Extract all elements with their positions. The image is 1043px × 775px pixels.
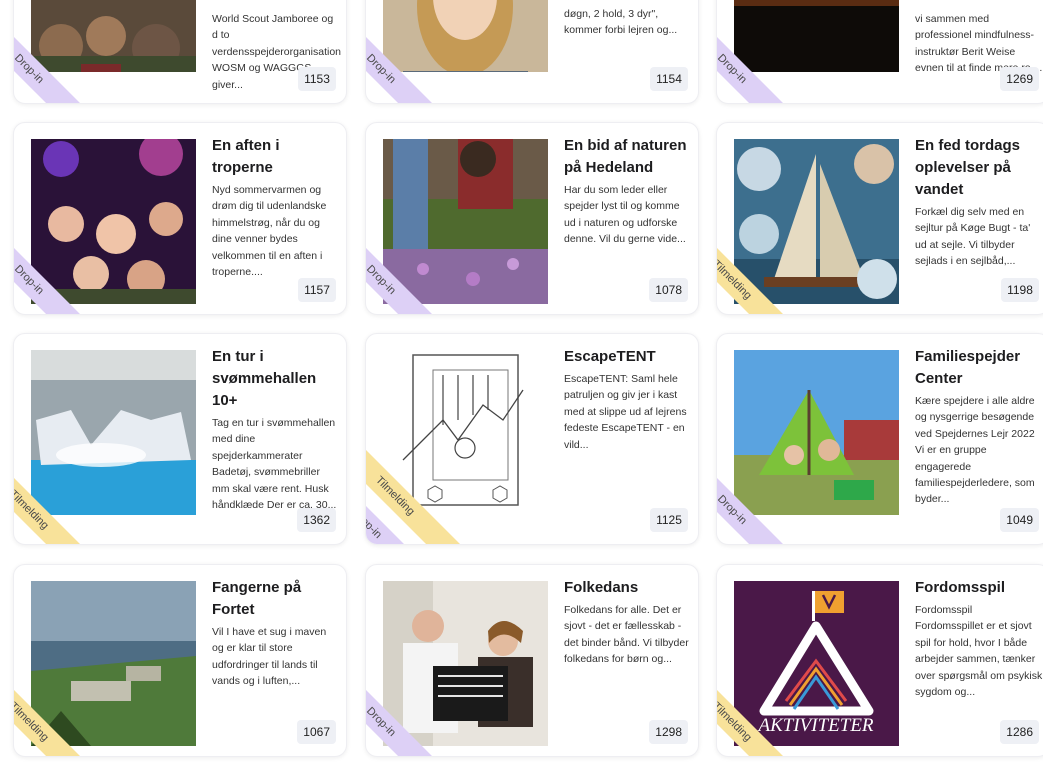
activity-description: Kære spejdere i alle aldre og nysgerrige… — [915, 395, 1035, 506]
activity-title: Fordomsspil — [915, 579, 1006, 596]
activity-info: Fordomsspil Fordomsspil Fordomsspillet e… — [915, 577, 1043, 700]
activity-image — [31, 139, 196, 304]
activity-image: AKTIVITETER — [734, 581, 899, 746]
activity-id-badge: 1125 — [650, 508, 688, 532]
activity-card[interactable]: AKTIVITETER Fordomsspil Fordomsspil Ford… — [716, 564, 1043, 757]
activity-title: EscapeTENT — [564, 348, 656, 365]
activity-description: Folkedans for alle. Det er sjovt - det e… — [564, 604, 689, 666]
activity-card[interactable]: En fed tordags oplevelser på vandet Fork… — [716, 122, 1043, 315]
activity-description: EscapeTENT: Saml hele patruljen og giv j… — [564, 373, 687, 451]
activity-image — [31, 350, 196, 515]
activity-id-badge: 1298 — [649, 720, 688, 744]
activity-title: En tur i svømmehallen 10+ — [212, 348, 317, 409]
activity-description: Vil I have et sug i maven og er klar til… — [212, 626, 327, 688]
activity-id-badge: 1362 — [297, 508, 336, 532]
activity-info: Familiespejder Center Kære spejdere i al… — [915, 346, 1043, 508]
activity-image — [734, 139, 899, 304]
activity-image — [31, 0, 196, 72]
activity-title: En aften i troperne — [212, 137, 280, 176]
activity-info: En tur i svømmehallen 10+ Tag en tur i s… — [212, 346, 340, 513]
activity-description: Fordomsspil Fordomsspillet er et sjovt s… — [915, 604, 1043, 699]
activity-image — [383, 350, 548, 515]
activity-id-badge: 1153 — [298, 67, 336, 91]
activity-info: Folkedans Folkedans for alle. Det er sjo… — [564, 577, 692, 668]
activity-description: Forkæl dig selv med en sejltur på Køge B… — [915, 206, 1031, 268]
activity-image — [734, 0, 899, 72]
activity-title: Fangerne på Fortet — [212, 579, 302, 618]
activity-title: Folkedans — [564, 579, 639, 596]
activity-card[interactable]: vi sammen med professionel mindfulness-i… — [716, 0, 1043, 104]
activity-info: døgn, 2 hold, 3 dyr", kommer forbi lejre… — [564, 3, 692, 39]
activity-card[interactable]: En tur i svømmehallen 10+ Tag en tur i s… — [13, 333, 347, 545]
activity-id-badge: 1286 — [1000, 720, 1039, 744]
activity-info: En bid af naturen på Hedeland Har du som… — [564, 135, 692, 248]
activity-description: Har du som leder eller spejder lyst til … — [564, 184, 686, 246]
activity-description: Nyd sommervarmen og drøm dig til udenlan… — [212, 184, 327, 279]
activity-description: døgn, 2 hold, 3 dyr", kommer forbi lejre… — [564, 8, 678, 37]
activity-id-badge: 1154 — [650, 67, 688, 91]
aktiviteter-logo-text: AKTIVITETER — [756, 715, 873, 736]
activity-title: Familiespejder Center — [915, 348, 1021, 387]
activity-id-badge: 1049 — [1000, 508, 1039, 532]
activity-info: EscapeTENT EscapeTENT: Saml hele patrulj… — [564, 346, 692, 453]
activity-info: Fangerne på Fortet Vil I have et sug i m… — [212, 577, 340, 690]
activity-info: En aften i troperne Nyd sommervarmen og … — [212, 135, 340, 280]
activity-image — [383, 581, 548, 746]
activity-image — [383, 139, 548, 304]
activity-card[interactable]: Fangerne på Fortet Vil I have et sug i m… — [13, 564, 347, 757]
activity-card[interactable]: En bid af naturen på Hedeland Har du som… — [365, 122, 699, 315]
activity-image — [734, 350, 899, 515]
activity-id-badge: 1078 — [649, 278, 688, 302]
activity-id-badge: 1067 — [297, 720, 336, 744]
activity-card[interactable]: En aften i troperne Nyd sommervarmen og … — [13, 122, 347, 315]
activity-title: En fed tordags oplevelser på vandet — [915, 137, 1021, 198]
activity-id-badge: 1269 — [1000, 67, 1039, 91]
activity-card[interactable]: døgn, 2 hold, 3 dyr", kommer forbi lejre… — [365, 0, 699, 104]
activity-card[interactable]: World Scout Jamboree og d to verdensspej… — [13, 0, 347, 104]
activity-image — [383, 0, 548, 72]
activity-title: En bid af naturen på Hedeland — [564, 137, 687, 176]
activity-description: Tag en tur i svømmehallen med dine spejd… — [212, 417, 337, 512]
activity-info: En fed tordags oplevelser på vandet Fork… — [915, 135, 1043, 270]
activity-card[interactable]: Familiespejder Center Kære spejdere i al… — [716, 333, 1043, 545]
activity-id-badge: 1198 — [1001, 278, 1039, 302]
activity-image — [31, 581, 196, 746]
activity-card[interactable]: Folkedans Folkedans for alle. Det er sjo… — [365, 564, 699, 757]
activity-card[interactable]: EscapeTENT EscapeTENT: Saml hele patrulj… — [365, 333, 699, 545]
activity-id-badge: 1157 — [298, 278, 336, 302]
